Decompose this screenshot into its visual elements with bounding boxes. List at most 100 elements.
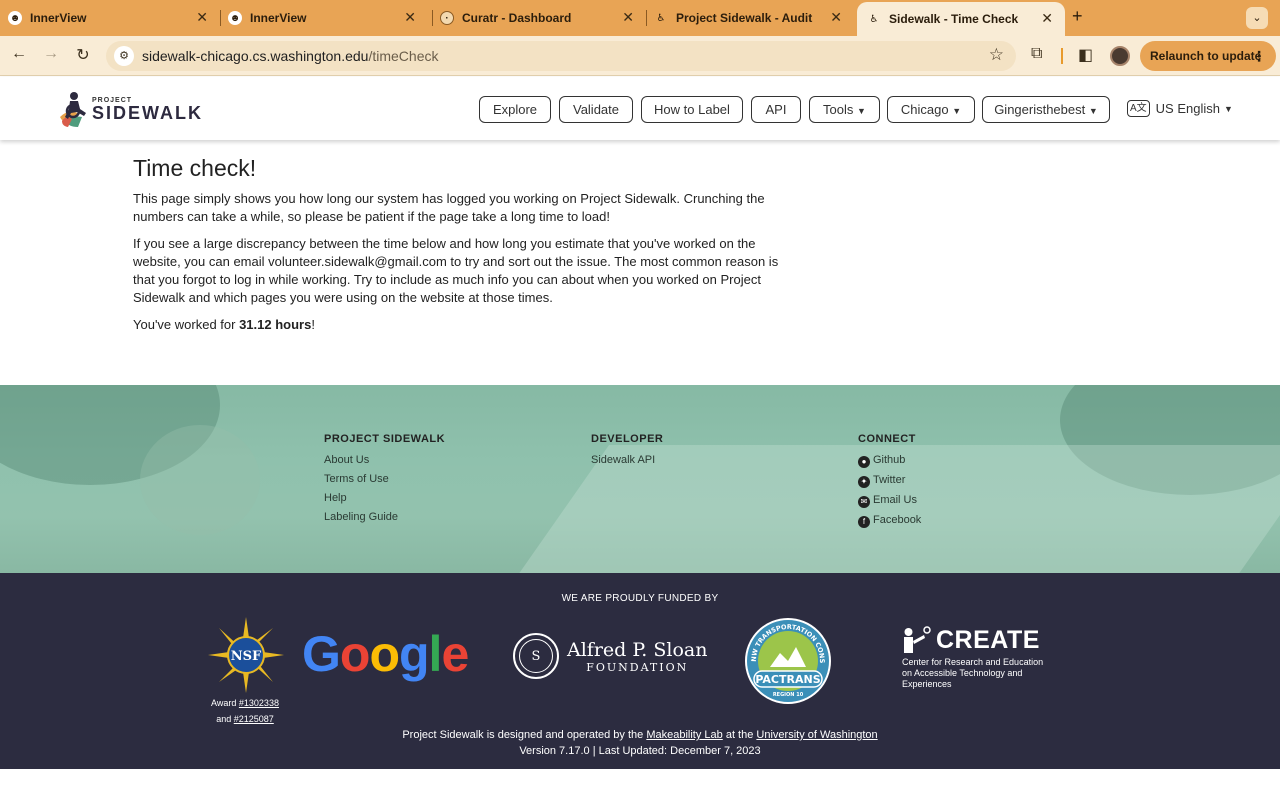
tab-title: Project Sidewalk - Audit [676,11,813,25]
tab-separator [432,10,433,26]
tab-innerview-1[interactable]: ☻ InnerView ✕ [8,4,220,32]
background-foliage [140,425,260,535]
funders-heading: WE ARE PROUDLY FUNDED BY [561,593,719,604]
new-tab-icon[interactable]: + [1072,6,1083,27]
url-path: /timeCheck [368,48,439,64]
innerview-favicon-icon: ☻ [228,11,242,25]
url-host: sidewalk-chicago.cs.washington.edu [142,48,369,64]
footer-link-labeling-guide[interactable]: Labeling Guide [324,510,445,524]
link-label: Twitter [873,474,906,486]
nav-explore-button[interactable]: Explore [479,96,551,123]
sidewalk-favicon-icon: ♿ [869,13,879,25]
footer-link-terms-of-use[interactable]: Terms of Use [324,472,445,486]
profile-avatar[interactable] [1110,46,1130,66]
tab-title: Curatr - Dashboard [462,11,572,25]
footer-link-about-us[interactable]: About Us [324,453,445,467]
award-link-1[interactable]: #1302338 [239,698,279,708]
reload-icon[interactable]: ↻ [72,45,94,65]
bookmark-star-icon[interactable]: ☆ [989,45,1004,65]
credit-prefix: Project Sidewalk is designed and operate… [402,729,647,741]
project-sidewalk-logo[interactable]: PROJECT SIDEWALK [58,91,203,127]
close-icon[interactable]: ✕ [404,9,416,26]
caret-down-icon: ▼ [1088,106,1098,116]
tab-title: InnerView [250,11,307,25]
footer-column-project-sidewalk: PROJECT SIDEWALK About Us Terms of Use H… [324,433,445,529]
extensions-puzzle-icon[interactable]: ⧉ [1031,45,1042,63]
pactrans-logo[interactable]: PACIFIC NW TRANSPORTATION CONSORTIUM PAC… [741,611,832,705]
forward-arrow-icon[interactable]: → [40,45,62,63]
tab-title: InnerView [30,11,87,25]
tab-innerview-2[interactable]: ☻ InnerView ✕ [228,4,428,32]
tab-curatr-dashboard[interactable]: · Curatr - Dashboard ✕ [440,4,646,32]
sloan-seal-icon: S [513,633,559,679]
nav-user-dropdown[interactable]: Gingeristhebest ▼ [982,96,1110,123]
nav-how-to-label-button[interactable]: How to Label [641,96,743,123]
relaunch-label: Relaunch to update [1150,49,1262,63]
footer-link-github[interactable]: ● Github [858,453,921,468]
toolbar-separator [1061,48,1063,64]
site-settings-icon[interactable]: ⚙ [114,46,134,66]
address-bar[interactable]: ⚙ sidewalk-chicago.cs.washington.edu/tim… [106,41,1016,71]
close-icon[interactable]: ✕ [830,9,842,26]
google-letter: G [302,626,341,682]
footer-link-twitter[interactable]: ✦ Twitter [858,473,921,488]
language-dropdown[interactable]: A文 US English ▼ [1127,100,1233,117]
footer-column-connect: CONNECT ● Github ✦ Twitter ✉ Email Us f Face… [858,433,921,533]
discrepancy-paragraph: If you see a large discrepancy between t… [133,236,779,305]
sidewalk-favicon-icon: ♿ [656,12,666,24]
curatr-favicon-icon: · [440,11,454,25]
footer-heading: PROJECT SIDEWALK [324,433,446,445]
tab-title: Sidewalk - Time Check [889,12,1019,26]
create-title: CREATE [936,625,1040,654]
site-header: PROJECT SIDEWALK Explore Validate How to… [0,77,1280,140]
nsf-logo-text: NSF [231,649,262,664]
link-label: Facebook [873,514,922,526]
tab-separator [220,10,221,26]
worked-suffix: ! [311,317,315,332]
close-icon[interactable]: ✕ [622,9,634,26]
nav-api-button[interactable]: API [751,96,801,123]
nav-validate-button[interactable]: Validate [559,96,633,123]
worked-prefix: You've worked for [133,317,240,332]
link-label: Github [873,454,906,466]
google-logo[interactable]: Google [302,625,469,683]
award-link-2[interactable]: #2125087 [234,714,274,724]
link-label: Email Us [873,494,918,506]
back-arrow-icon[interactable]: ← [8,45,30,63]
nav-city-dropdown[interactable]: Chicago ▼ [887,96,975,123]
sloan-name: Alfred P. Sloan [567,638,708,661]
caret-down-icon: ▼ [857,106,866,116]
nav-label: How to Label [654,102,730,117]
google-letter: o [369,626,400,682]
close-icon[interactable]: ✕ [1041,10,1053,27]
university-of-washington-link[interactable]: University of Washington [756,729,877,741]
footer-heading: CONNECT [858,433,916,445]
footer-link-help[interactable]: Help [324,491,445,505]
nsf-logo[interactable]: NSF [208,617,284,693]
version-info: Version 7.17.0 | Last Updated: December … [519,745,761,757]
nav-label: Explore [492,102,538,117]
footer-link-facebook[interactable]: f Facebook [858,513,921,528]
sloan-foundation-logo[interactable]: S Alfred P. Sloan FOUNDATION [513,633,707,679]
nav-tools-dropdown[interactable]: Tools ▼ [809,96,880,123]
award-and: and [216,714,234,724]
tab-search-chevron-icon[interactable]: ⌄ [1246,7,1268,29]
credits: Project Sidewalk is designed and operate… [0,727,1280,759]
tab-sidewalk-time-check[interactable]: ♿ Sidewalk - Time Check ✕ [857,2,1065,36]
more-menu-icon[interactable]: ⋮ [1252,41,1266,71]
funders-section: WE ARE PROUDLY FUNDED BY NSF Award #1302… [0,573,1280,769]
tab-sidewalk-audit[interactable]: ♿ Project Sidewalk - Audit ✕ [654,4,854,32]
browser-tab-bar: ☻ InnerView ✕ ☻ InnerView ✕ · Curatr - D… [0,0,1280,36]
close-icon[interactable]: ✕ [196,9,208,26]
create-logo[interactable]: CREATE Center for Research and Education… [902,625,1052,690]
pactrans-region: REGION 10 [773,692,804,698]
footer-link-sidewalk-api[interactable]: Sidewalk API [591,453,663,467]
footer-link-email-us[interactable]: ✉ Email Us [858,493,921,508]
nav-label: Tools [823,102,854,117]
side-panel-icon[interactable]: ◧ [1078,45,1093,65]
makeability-lab-link[interactable]: Makeability Lab [646,729,722,741]
google-letter: e [441,626,469,682]
credit-mid: at the [722,729,757,741]
relaunch-to-update-button[interactable]: Relaunch to update ⋮ [1140,41,1276,71]
facebook-icon: f [858,516,870,528]
